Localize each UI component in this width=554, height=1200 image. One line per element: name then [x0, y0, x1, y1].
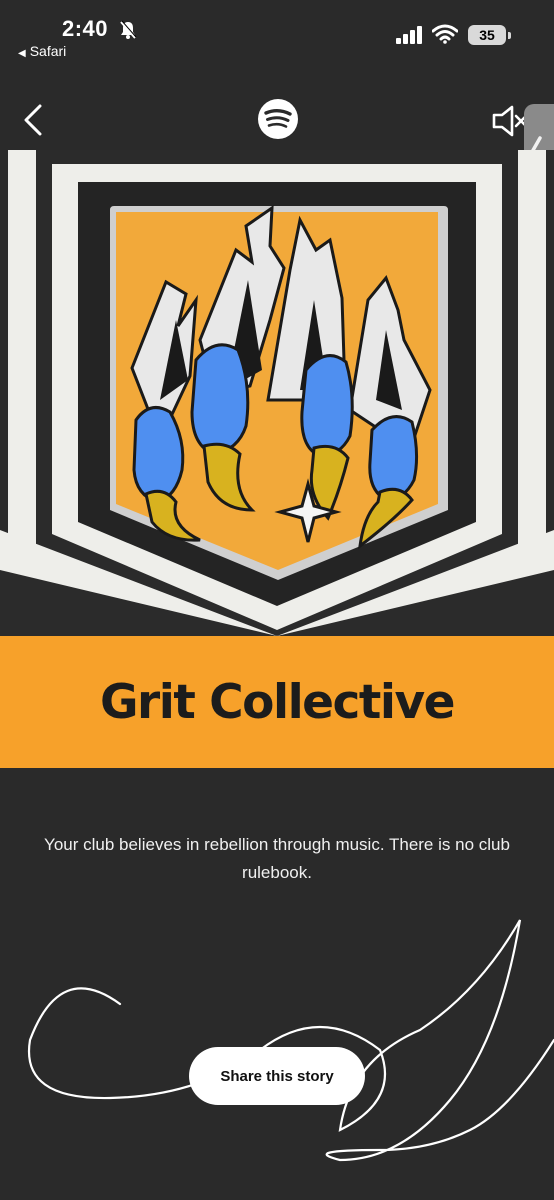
title-banner: Grit Collective [0, 636, 554, 768]
back-triangle-icon: ◀ [18, 48, 26, 59]
club-badge-artwork [0, 150, 554, 636]
story-screen: 2:40 ◀ Safari 35 Grit Collective Your cl… [0, 0, 554, 1200]
share-story-button[interactable]: Share this story [189, 1047, 365, 1105]
battery-tip [508, 32, 511, 39]
club-description: Your club believes in rebellion through … [44, 835, 510, 882]
status-bar: 2:40 ◀ Safari 35 [0, 0, 554, 64]
wifi-icon [432, 24, 458, 44]
club-title: Grit Collective [99, 674, 456, 730]
spotify-logo-icon [258, 99, 298, 139]
back-app-label: Safari [29, 43, 67, 59]
chevron-left-icon[interactable] [18, 102, 48, 138]
status-time: 2:40 [62, 16, 109, 41]
bell-muted-icon [120, 20, 137, 39]
back-to-safari[interactable]: ◀ Safari [18, 43, 66, 59]
cellular-signal-icon [396, 26, 422, 44]
battery-indicator: 35 [468, 25, 506, 45]
